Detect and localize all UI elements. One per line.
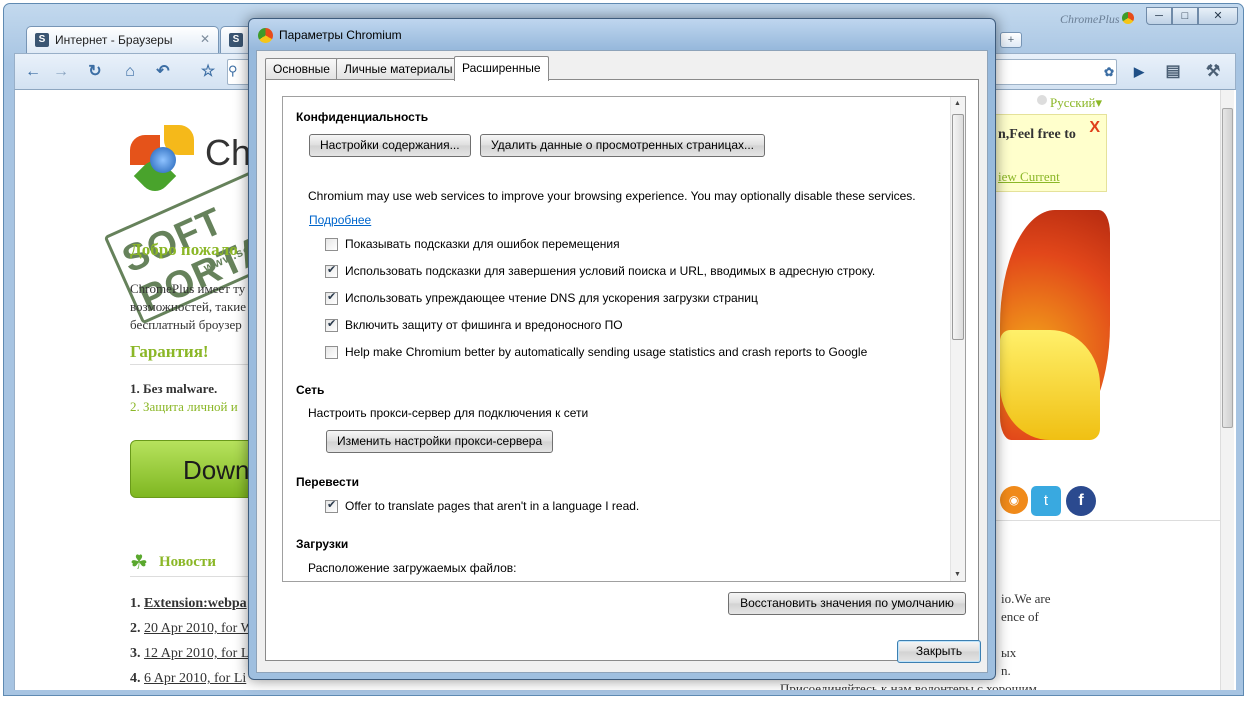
- reset-defaults-button[interactable]: Восстановить значения по умолчанию: [728, 592, 966, 615]
- clear-browsing-data-button[interactable]: Удалить данные о просмотренных страницах…: [480, 134, 766, 157]
- settings-scrollbar-thumb[interactable]: [952, 114, 964, 340]
- news-item[interactable]: 4. 6 Apr 2010, for Li: [130, 671, 246, 687]
- brand-logo-icon: [1122, 12, 1134, 24]
- learn-more-link[interactable]: Подробнее: [309, 213, 371, 227]
- scroll-down-icon[interactable]: ▼: [954, 571, 961, 578]
- tab-personal-stuff[interactable]: Личные материалы: [336, 58, 461, 80]
- minimize-button[interactable]: ─: [1146, 7, 1172, 25]
- back-icon[interactable]: ←: [21, 60, 45, 84]
- go-icon[interactable]: ▶: [1127, 60, 1151, 84]
- tab-advanced[interactable]: Расширенные: [454, 56, 549, 81]
- right-text: io.We are: [1001, 591, 1051, 606]
- facebook-icon[interactable]: f: [1066, 486, 1096, 516]
- checkbox-label: Help make Chromium better by automatical…: [345, 345, 868, 359]
- network-description: Настроить прокси-сервер для подключения …: [308, 406, 589, 420]
- page-scrollbar-thumb[interactable]: [1222, 108, 1233, 428]
- undo-icon[interactable]: ↶: [151, 60, 175, 84]
- forward-icon[interactable]: →: [49, 60, 73, 84]
- intro-line: бесплатный броузер: [130, 317, 242, 332]
- home-icon[interactable]: ⌂: [118, 60, 142, 84]
- intro-line: возможностей, такие: [130, 299, 246, 314]
- notice-box: n,Feel free to iew Current X: [977, 114, 1107, 192]
- section-title-translate: Перевести: [296, 475, 359, 489]
- close-window-button[interactable]: ✕: [1198, 7, 1238, 25]
- bookmark-star-icon[interactable]: ☆: [196, 60, 220, 84]
- chromium-icon: [258, 28, 273, 43]
- right-text: ence of: [1001, 609, 1039, 624]
- scroll-up-icon[interactable]: ▲: [954, 100, 961, 107]
- tab-label: Интернет - Браузеры: [55, 33, 173, 47]
- advanced-tab-panel: Конфиденциальность Настройки содержания.…: [265, 79, 979, 661]
- news-item[interactable]: 2. 20 Apr 2010, for W: [130, 621, 254, 637]
- section-title-downloads: Загрузки: [296, 537, 349, 551]
- dialog-title: Параметры Chromium: [279, 28, 402, 42]
- right-text: n.: [1001, 663, 1011, 678]
- news-item[interactable]: 1. Extension:webpa: [130, 596, 247, 612]
- checkbox[interactable]: [325, 498, 338, 513]
- checkbox[interactable]: [325, 238, 338, 251]
- language-selector[interactable]: Русский▾: [1050, 94, 1102, 112]
- wrench-icon[interactable]: ⚒: [1201, 60, 1225, 84]
- welcome-heading: Добро пожало: [130, 240, 238, 259]
- rss-icon[interactable]: ◉: [1000, 486, 1028, 514]
- clover-icon: ☘: [130, 552, 148, 574]
- checkbox-label: Показывать подсказки для ошибок перемеще…: [345, 237, 620, 251]
- checkbox-label: Offer to translate pages that aren't in …: [345, 499, 640, 513]
- right-text: ых: [1001, 645, 1017, 660]
- checkbox-label: Использовать подсказки для завершения ус…: [345, 264, 876, 278]
- globe-icon: [1037, 95, 1047, 105]
- chromeplus-logo: [130, 125, 200, 198]
- intro-line: ChromePlus имеет ту: [130, 281, 246, 296]
- options-dialog: Параметры Chromium Основные Личные матер…: [248, 18, 996, 680]
- dialog-body: Основные Личные материалы Расширенные Ко…: [256, 50, 988, 673]
- checkbox[interactable]: [325, 317, 338, 332]
- tab-favicon: S: [35, 33, 49, 47]
- twitter-icon[interactable]: t: [1031, 486, 1061, 516]
- settings-scrollbar[interactable]: ▲ ▼: [950, 97, 965, 581]
- close-dialog-button[interactable]: Закрыть: [897, 640, 981, 663]
- tab-close-icon[interactable]: ✕: [200, 32, 210, 46]
- new-tab-button[interactable]: +: [1000, 32, 1022, 48]
- list-item: 1. Без malware.: [130, 381, 218, 396]
- checkbox[interactable]: [325, 290, 338, 305]
- section-title-network: Сеть: [296, 383, 325, 397]
- download-button-label: Down: [183, 455, 250, 485]
- page-scrollbar[interactable]: [1220, 90, 1234, 690]
- settings-scroll-area: Конфиденциальность Настройки содержания.…: [282, 96, 966, 582]
- notice-link[interactable]: iew Current: [998, 169, 1060, 185]
- extension-icon[interactable]: ✿: [1097, 60, 1121, 84]
- section-title-privacy: Конфиденциальность: [296, 110, 429, 124]
- privacy-description: Chromium may use web services to improve…: [308, 189, 916, 203]
- news-item[interactable]: 3. 12 Apr 2010, for Li: [130, 646, 253, 662]
- checkbox-label: Использовать упреждающее чтение DNS для …: [345, 291, 758, 305]
- reload-icon[interactable]: ↻: [83, 60, 107, 84]
- news-heading: Новости: [159, 554, 216, 570]
- notice-line: n,Feel free to: [998, 127, 1076, 142]
- content-settings-button[interactable]: Настройки содержания...: [309, 134, 471, 157]
- maximize-button[interactable]: □: [1172, 7, 1198, 25]
- guarantee-heading: Гарантия!: [130, 342, 209, 361]
- page-menu-icon[interactable]: ▤: [1161, 60, 1185, 84]
- search-icon: ⚲: [228, 63, 238, 78]
- tab-basics[interactable]: Основные: [265, 58, 338, 80]
- proxy-settings-button[interactable]: Изменить настройки прокси-сервера: [326, 430, 554, 453]
- checkbox[interactable]: [325, 346, 338, 359]
- checkbox-label: Включить защиту от фишинга и вредоносног…: [345, 318, 623, 332]
- notice-close-icon[interactable]: X: [1089, 119, 1100, 137]
- tab-favicon: S: [229, 33, 243, 47]
- download-location-label: Расположение загружаемых файлов:: [308, 561, 517, 575]
- browser-brand: ChromePlus: [1060, 12, 1120, 26]
- right-text: Присоединяйтесь к нам волонтеры с хороши…: [780, 681, 1037, 690]
- list-item[interactable]: 2. Защита личной и: [130, 398, 238, 416]
- browser-tab[interactable]: S Интернет - Браузеры ✕: [26, 26, 219, 53]
- checkbox[interactable]: [325, 263, 338, 278]
- decorative-logo-petal: [1000, 330, 1100, 440]
